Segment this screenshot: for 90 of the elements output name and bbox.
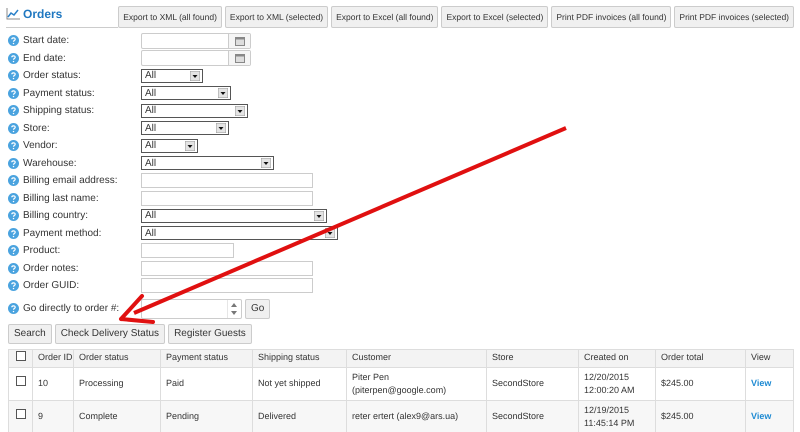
help-icon[interactable] <box>8 105 19 116</box>
field-label: Payment status: <box>23 86 95 101</box>
help-icon[interactable] <box>8 228 19 239</box>
page-title: Orders <box>23 6 62 23</box>
help-icon[interactable] <box>8 140 19 152</box>
dropdown-arrow-icon <box>218 88 228 98</box>
field-label: Order GUID: <box>23 279 80 294</box>
help-icon[interactable] <box>8 70 19 82</box>
field-label: Billing email address: <box>23 174 118 188</box>
field-label: Billing country: <box>23 209 88 224</box>
column-header: Order status <box>74 349 160 367</box>
dropdown-arrow-icon <box>261 158 271 168</box>
text-field[interactable] <box>141 173 313 188</box>
checkbox[interactable] <box>16 409 26 420</box>
toolbar-button[interactable]: Export to Excel (selected) <box>441 6 548 28</box>
dropdown-arrow-icon <box>185 140 195 151</box>
field-label: Shipping status: <box>23 104 94 118</box>
number-field[interactable] <box>141 298 242 318</box>
toolbar-button[interactable]: Print PDF invoices (selected) <box>674 6 794 28</box>
text-field[interactable] <box>141 260 313 276</box>
column-header: Store <box>486 349 578 367</box>
help-icon[interactable] <box>8 35 19 46</box>
dropdown-arrow-icon <box>314 210 324 221</box>
text-field[interactable] <box>141 190 313 206</box>
field-label: Warehouse: <box>23 156 77 171</box>
dropdown-arrow-icon <box>190 70 200 81</box>
dropdown[interactable]: All <box>141 226 338 240</box>
help-icon[interactable] <box>8 122 19 134</box>
go-button[interactable]: Go <box>245 298 270 318</box>
toolbar-button[interactable]: Export to Excel (all found) <box>331 6 438 28</box>
table-cell: SecondStore <box>486 367 578 400</box>
column-header: View <box>746 349 794 367</box>
help-icon[interactable] <box>8 192 19 204</box>
dropdown-arrow-icon <box>216 123 226 134</box>
checkbox[interactable] <box>16 350 26 361</box>
toolbar-button[interactable]: Export to XML (all found) <box>118 6 222 28</box>
action-button[interactable]: Search <box>8 324 52 344</box>
calendar-icon[interactable] <box>234 53 244 64</box>
dropdown[interactable]: All <box>141 104 248 118</box>
field-label: End date: <box>23 52 66 66</box>
table-cell: Paid <box>160 367 252 400</box>
help-icon[interactable] <box>8 303 19 314</box>
help-icon[interactable] <box>8 245 19 256</box>
dropdown[interactable]: All <box>141 208 327 223</box>
table-cell: Not yet shipped <box>252 367 346 400</box>
dropdown[interactable]: All <box>141 86 231 100</box>
text-field[interactable] <box>141 278 313 294</box>
table-cell: $245.00 <box>656 367 746 400</box>
table-cell: 12/20/2015 12:00:20 AM <box>578 367 656 400</box>
field-label: Order status: <box>23 69 81 84</box>
column-header: Order total <box>656 349 746 367</box>
calendar-icon[interactable] <box>234 36 244 46</box>
date-field[interactable] <box>141 32 251 49</box>
table-cell: 10 <box>32 367 74 400</box>
table-cell: Processing <box>74 367 160 400</box>
dropdown[interactable]: All <box>141 138 198 153</box>
dropdown[interactable]: All <box>141 121 229 136</box>
column-header: Customer <box>346 349 486 367</box>
help-icon[interactable] <box>8 175 19 186</box>
action-button[interactable]: Check Delivery Status <box>54 324 166 344</box>
chart-icon <box>6 8 20 20</box>
column-header: Shipping status <box>252 349 346 367</box>
action-button[interactable]: Register Guests <box>168 324 252 344</box>
column-header: Order ID <box>32 349 74 367</box>
dropdown[interactable]: All <box>141 68 203 83</box>
dropdown[interactable]: All <box>141 156 274 170</box>
field-label: Payment method: <box>23 226 102 241</box>
help-icon[interactable] <box>8 88 19 99</box>
help-icon[interactable] <box>8 210 19 222</box>
field-label: Product: <box>23 244 60 258</box>
field-label: Start date: <box>23 34 70 48</box>
table-cell: Piter Pen (piterpen@google.com) <box>346 367 486 400</box>
checkbox[interactable] <box>16 376 26 386</box>
field-label: Order notes: <box>23 262 79 276</box>
text-field[interactable] <box>141 243 234 258</box>
field-label: Billing last name: <box>23 192 99 206</box>
help-icon[interactable] <box>8 262 19 274</box>
toolbar-button[interactable]: Export to XML (selected) <box>224 6 328 28</box>
field-label: Go directly to order #: <box>23 302 120 316</box>
view-link[interactable]: View <box>751 378 772 388</box>
help-icon[interactable] <box>8 52 19 64</box>
dropdown-arrow-icon <box>235 106 245 116</box>
date-field[interactable] <box>141 50 251 66</box>
field-label: Store: <box>23 122 50 136</box>
column-header: Payment status <box>160 349 252 367</box>
help-icon[interactable] <box>8 280 19 292</box>
toolbar-button[interactable]: Print PDF invoices (all found) <box>551 6 672 28</box>
column-header: Created on <box>578 349 656 367</box>
field-label: Vendor: <box>23 139 58 154</box>
help-icon[interactable] <box>8 158 19 169</box>
